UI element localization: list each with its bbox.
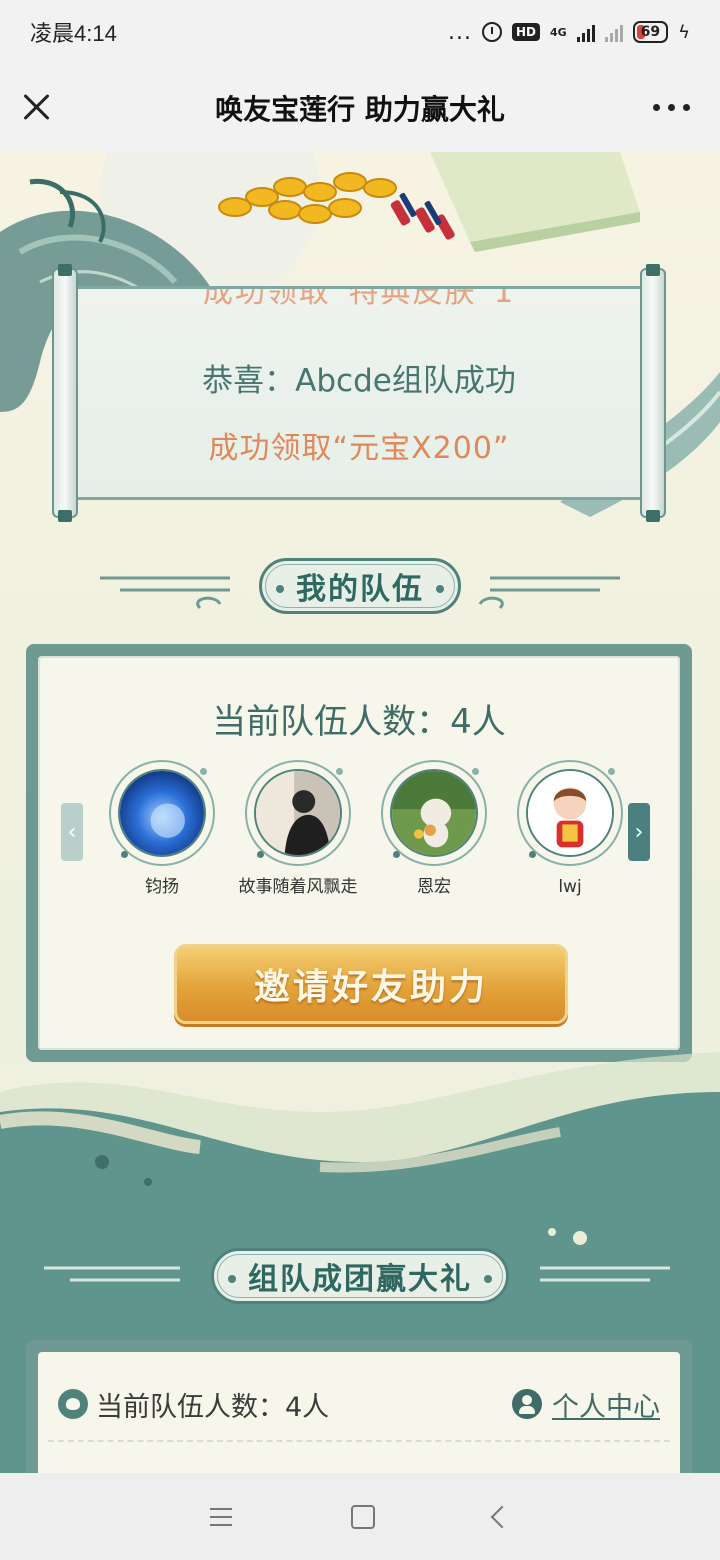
team-member[interactable]: lwj — [500, 760, 640, 898]
winner-message-next: 成功领取“元宝X200” — [208, 431, 510, 466]
team-member-count: 当前队伍人数：4人 — [212, 702, 506, 742]
status-time: 凌晨4:14 — [30, 21, 117, 46]
team-gift-header: 组队成团赢大礼 — [0, 1244, 720, 1314]
avatar-frame — [109, 760, 215, 866]
close-icon[interactable] — [22, 92, 52, 122]
signal-2-icon — [604, 22, 623, 42]
personal-center-link[interactable]: 个人中心 — [512, 1385, 660, 1424]
page-title: 唤友宝莲行 助力赢大礼 — [215, 93, 505, 126]
plaque-dot — [436, 585, 444, 593]
avatar — [526, 769, 614, 857]
winner-message-prev: 成功领取“特典皮肤”1 — [202, 286, 516, 310]
nav-bar: 唤友宝莲行 助力赢大礼 — [0, 64, 720, 152]
system-nav-bar — [0, 1473, 720, 1560]
home-icon[interactable] — [350, 1504, 375, 1529]
scroll-rod-right — [640, 264, 666, 522]
team-member-count: 当前队伍人数：4人 — [96, 1391, 330, 1423]
my-team-card-inner: 当前队伍人数：4人 ‹ › 钧扬 故事随着风飘走 恩宏 lwj 邀请好友助力 — [38, 656, 680, 1050]
avatar — [390, 769, 478, 857]
personal-center-label: 个人中心 — [552, 1391, 660, 1423]
divider — [48, 1440, 670, 1442]
team-gift-row: 当前队伍人数：4人 个人中心 — [58, 1382, 660, 1426]
signal-icon — [576, 22, 595, 42]
back-icon[interactable] — [490, 1505, 514, 1528]
more-options-icon[interactable] — [653, 104, 690, 111]
status-icons: ... HD 4G 69 ϟ — [448, 20, 690, 45]
section-title: 我的队伍 — [296, 572, 424, 607]
invite-friends-button[interactable]: 邀请好友助力 — [174, 944, 568, 1024]
prev-arrow-button[interactable]: ‹ — [61, 803, 83, 861]
avatar-frame — [517, 760, 623, 866]
scroll-rod-left — [52, 264, 78, 522]
plaque-dot — [484, 1275, 492, 1283]
plaque-dot — [228, 1275, 236, 1283]
team-gift-card: 当前队伍人数：4人 个人中心 — [26, 1340, 692, 1473]
team-member[interactable]: 钧扬 — [92, 760, 232, 898]
winner-message: 恭喜：Abcde组队成功 — [202, 363, 516, 399]
team-member[interactable]: 故事随着风飘走 — [228, 760, 368, 898]
hd-icon: HD — [511, 23, 540, 41]
my-team-card: 当前队伍人数：4人 ‹ › 钧扬 故事随着风飘走 恩宏 lwj 邀请好友助力 — [26, 644, 692, 1062]
winner-scroll: 成功领取“特典皮肤”1 恭喜：Abcde组队成功 成功领取“元宝X200” — [48, 264, 670, 522]
page-content: 成功领取“特典皮肤”1 恭喜：Abcde组队成功 成功领取“元宝X200” 我的… — [0, 152, 720, 1473]
avatar — [118, 769, 206, 857]
invite-button-label: 邀请好友助力 — [253, 966, 488, 1008]
team-count-group: 当前队伍人数：4人 — [58, 1385, 329, 1424]
more-notifications-icon: ... — [447, 19, 472, 45]
battery-icon: 69 — [632, 21, 669, 43]
team-member[interactable]: 恩宏 — [364, 760, 504, 898]
user-icon — [512, 1389, 542, 1419]
member-name: 恩宏 — [417, 877, 451, 897]
member-name: 故事随着风飘走 — [238, 877, 358, 897]
network-type: 4G — [549, 25, 567, 39]
member-name: 钧扬 — [145, 877, 179, 897]
menu-icon[interactable] — [209, 1507, 232, 1526]
avatar-frame — [381, 760, 487, 866]
my-team-header: 我的队伍 — [0, 554, 720, 624]
scroll-paper: 成功领取“特典皮肤”1 恭喜：Abcde组队成功 成功领取“元宝X200” — [68, 286, 650, 500]
member-name: lwj — [558, 877, 582, 897]
section-title: 组队成团赢大礼 — [248, 1262, 472, 1297]
status-bar: 凌晨4:14 ... HD 4G 69 ϟ — [0, 0, 720, 64]
avatar — [254, 769, 342, 857]
avatar-frame — [245, 760, 351, 866]
battery-level: 69 — [640, 24, 661, 40]
plaque-dot — [276, 585, 284, 593]
lotus-icon — [58, 1389, 88, 1419]
my-team-plaque: 我的队伍 — [259, 558, 461, 614]
alarm-icon — [481, 22, 502, 42]
team-gift-plaque: 组队成团赢大礼 — [211, 1248, 509, 1304]
charging-icon: ϟ — [678, 21, 690, 43]
team-gift-card-inner: 当前队伍人数：4人 个人中心 — [38, 1352, 680, 1473]
